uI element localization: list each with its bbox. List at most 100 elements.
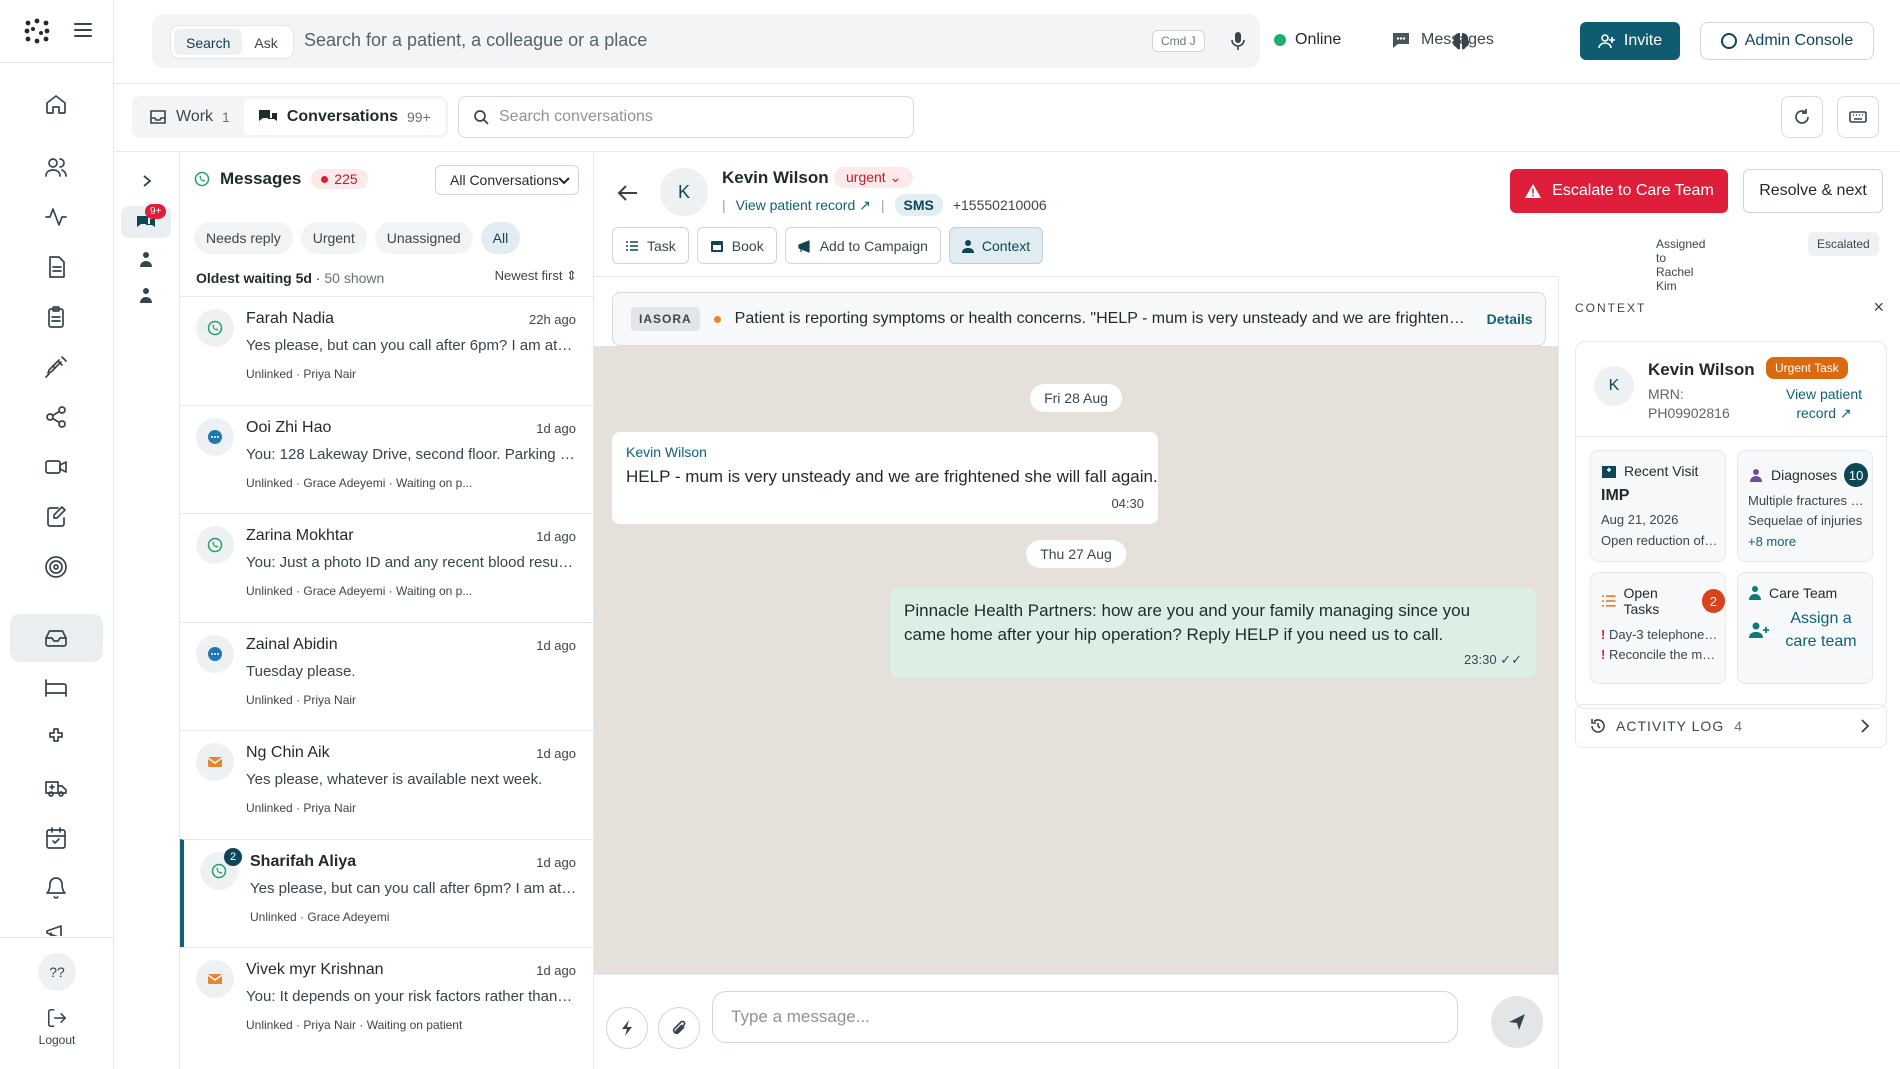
tab-work-label: Work bbox=[176, 108, 214, 125]
doctor-icon[interactable] bbox=[138, 250, 154, 268]
list-item[interactable]: Ooi Zhi Hao 1d ago You: 128 Lakeway Driv… bbox=[180, 404, 593, 514]
chevron-right-icon[interactable] bbox=[140, 174, 154, 188]
message-input[interactable]: Type a message... bbox=[712, 991, 1458, 1043]
logout-icon bbox=[47, 1008, 67, 1028]
conversation-meta: Unlinked · Grace Adeyemi bbox=[250, 909, 390, 924]
document-icon[interactable] bbox=[42, 253, 70, 281]
attach-button[interactable] bbox=[658, 1007, 700, 1049]
global-search[interactable]: Search Ask Search for a patient, a colle… bbox=[152, 14, 1260, 68]
care-team-tile[interactable]: Care Team Assign a care team bbox=[1737, 572, 1873, 684]
add-to-campaign-button[interactable]: Add to Campaign bbox=[784, 227, 941, 264]
oldest-waiting-label: Oldest waiting 5d bbox=[196, 270, 312, 286]
mrn-label: MRN: bbox=[1648, 386, 1684, 402]
sort-toggle[interactable]: Newest first ⇕ bbox=[495, 268, 577, 284]
ai-summary-text: Patient is reporting symptoms or health … bbox=[734, 310, 1473, 327]
details-link[interactable]: Details bbox=[1487, 311, 1533, 327]
list-item[interactable]: Zainal Abidin 1d ago Tuesday please. Unl… bbox=[180, 621, 593, 731]
calendar-icon[interactable] bbox=[42, 824, 70, 852]
bed-icon[interactable] bbox=[42, 674, 70, 702]
admin-console-label: Admin Console bbox=[1744, 32, 1854, 49]
context-button[interactable]: Context bbox=[948, 227, 1044, 264]
email-icon bbox=[196, 960, 234, 998]
ambulance-icon[interactable] bbox=[42, 774, 70, 802]
list-item-selected[interactable]: 2 Sharifah Aliya 1d ago Yes please, but … bbox=[180, 838, 593, 947]
close-icon[interactable]: × bbox=[1873, 297, 1884, 318]
conversation-filter-select[interactable]: All Conversations bbox=[435, 165, 579, 195]
chip-urgent[interactable]: Urgent bbox=[300, 222, 367, 254]
invite-button[interactable]: Invite bbox=[1580, 22, 1680, 60]
clipboard-icon[interactable] bbox=[42, 303, 70, 331]
tab-conversations[interactable]: Conversations 99+ bbox=[243, 99, 445, 135]
back-arrow-icon[interactable] bbox=[616, 182, 640, 204]
message-time: 23:30 bbox=[1464, 652, 1497, 667]
megaphone-icon[interactable] bbox=[42, 920, 70, 936]
list-icon bbox=[626, 240, 638, 251]
person-icon[interactable] bbox=[138, 286, 154, 304]
message-thread[interactable]: Fri 28 Aug Kevin Wilson HELP - mum is ve… bbox=[594, 346, 1558, 974]
timestamp: 1d ago bbox=[536, 637, 576, 653]
escalate-label: Escalate to Care Team bbox=[1552, 182, 1714, 199]
person-icon bbox=[961, 239, 974, 253]
priority-dropdown[interactable]: urgent ⌄ bbox=[834, 167, 914, 188]
conversation-meta: Unlinked · Grace Adeyemi · Waiting on p.… bbox=[246, 584, 473, 598]
help-button[interactable]: ?? bbox=[38, 953, 76, 991]
view-patient-record-link[interactable]: View patient record ↗ bbox=[1772, 385, 1876, 423]
search-mode-search[interactable]: Search bbox=[174, 29, 243, 55]
admin-console-button[interactable]: Admin Console bbox=[1700, 22, 1874, 60]
tile-header: Open Tasks 2 bbox=[1601, 585, 1725, 617]
diagnoses-tile[interactable]: Diagnoses10 Multiple fractures of femur … bbox=[1737, 450, 1873, 562]
task-button[interactable]: Task bbox=[612, 227, 689, 264]
chip-unassigned[interactable]: Unassigned bbox=[374, 222, 473, 254]
status-indicator[interactable]: Online bbox=[1274, 31, 1341, 49]
red-dot-icon bbox=[321, 175, 329, 183]
conversation-search-input[interactable]: Search conversations bbox=[458, 96, 914, 138]
escalate-button[interactable]: Escalate to Care Team bbox=[1510, 169, 1728, 213]
conversation-rows: Farah Nadia 22h ago Yes please, but can … bbox=[180, 296, 593, 1056]
inbox-icon[interactable] bbox=[42, 624, 70, 652]
list-item[interactable]: Ng Chin Aik 1d ago Yes please, whatever … bbox=[180, 730, 593, 839]
list-item[interactable]: Farah Nadia 22h ago Yes please, but can … bbox=[180, 296, 593, 405]
refresh-button[interactable] bbox=[1781, 96, 1823, 138]
video-icon[interactable] bbox=[42, 453, 70, 481]
activity-log-toggle[interactable]: ACTIVITY LOG 4 bbox=[1575, 704, 1887, 748]
hospital-icon bbox=[1602, 466, 1616, 478]
list-item[interactable]: Vivek myr Krishnan 1d ago You: It depend… bbox=[180, 947, 593, 1056]
open-tasks-tile[interactable]: Open Tasks2 ! Day-3 telephone follow-up … bbox=[1590, 572, 1726, 684]
share-icon[interactable] bbox=[42, 403, 70, 431]
mrn-value: PH09902816 bbox=[1648, 405, 1730, 421]
assign-care-team-link[interactable]: Assign a care team bbox=[1776, 607, 1866, 653]
timestamp: 1d ago bbox=[536, 529, 576, 544]
status-label: Online bbox=[1295, 31, 1342, 48]
view-patient-record-link[interactable]: View patient record ↗ bbox=[736, 197, 871, 214]
chip-all[interactable]: All bbox=[480, 222, 521, 254]
puzzle-icon[interactable] bbox=[42, 724, 70, 752]
resolve-next-button[interactable]: Resolve & next bbox=[1743, 169, 1883, 213]
app-logo-icon[interactable] bbox=[22, 16, 52, 46]
brain-icon[interactable] bbox=[1450, 30, 1472, 52]
recent-visit-tile[interactable]: Recent Visit IMP Aug 21, 2026 Open reduc… bbox=[1590, 450, 1726, 562]
checklist-icon[interactable] bbox=[42, 503, 70, 531]
online-dot-icon bbox=[1274, 34, 1286, 46]
users-icon[interactable] bbox=[42, 153, 70, 181]
quick-reply-button[interactable] bbox=[606, 1007, 648, 1049]
keyboard-shortcuts-button[interactable] bbox=[1837, 96, 1879, 138]
bell-icon[interactable] bbox=[42, 874, 70, 902]
book-button[interactable]: Book bbox=[696, 227, 777, 264]
microphone-icon[interactable] bbox=[1228, 30, 1248, 52]
search-mode-ask[interactable]: Ask bbox=[242, 29, 289, 55]
hamburger-menu-icon[interactable] bbox=[72, 20, 94, 40]
avatar: K bbox=[1594, 366, 1634, 406]
more-diagnoses-link[interactable]: +8 more bbox=[1748, 534, 1796, 549]
target-icon[interactable] bbox=[42, 553, 70, 581]
syringe-icon[interactable] bbox=[42, 353, 70, 381]
messages-button[interactable]: Messages bbox=[1390, 30, 1494, 50]
global-search-input[interactable]: Search for a patient, a colleague or a p… bbox=[304, 30, 647, 51]
logout-button[interactable]: Logout bbox=[30, 1007, 84, 1047]
list-item[interactable]: Zarina Mokhtar 1d ago You: Just a photo … bbox=[180, 513, 593, 622]
chip-needs-reply[interactable]: Needs reply bbox=[194, 222, 293, 254]
channel-all-button[interactable]: 9+ bbox=[121, 204, 171, 238]
tab-work[interactable]: Work 1 bbox=[135, 99, 244, 135]
activity-icon[interactable] bbox=[42, 203, 70, 231]
home-icon[interactable] bbox=[42, 90, 70, 118]
send-button[interactable] bbox=[1491, 996, 1543, 1048]
